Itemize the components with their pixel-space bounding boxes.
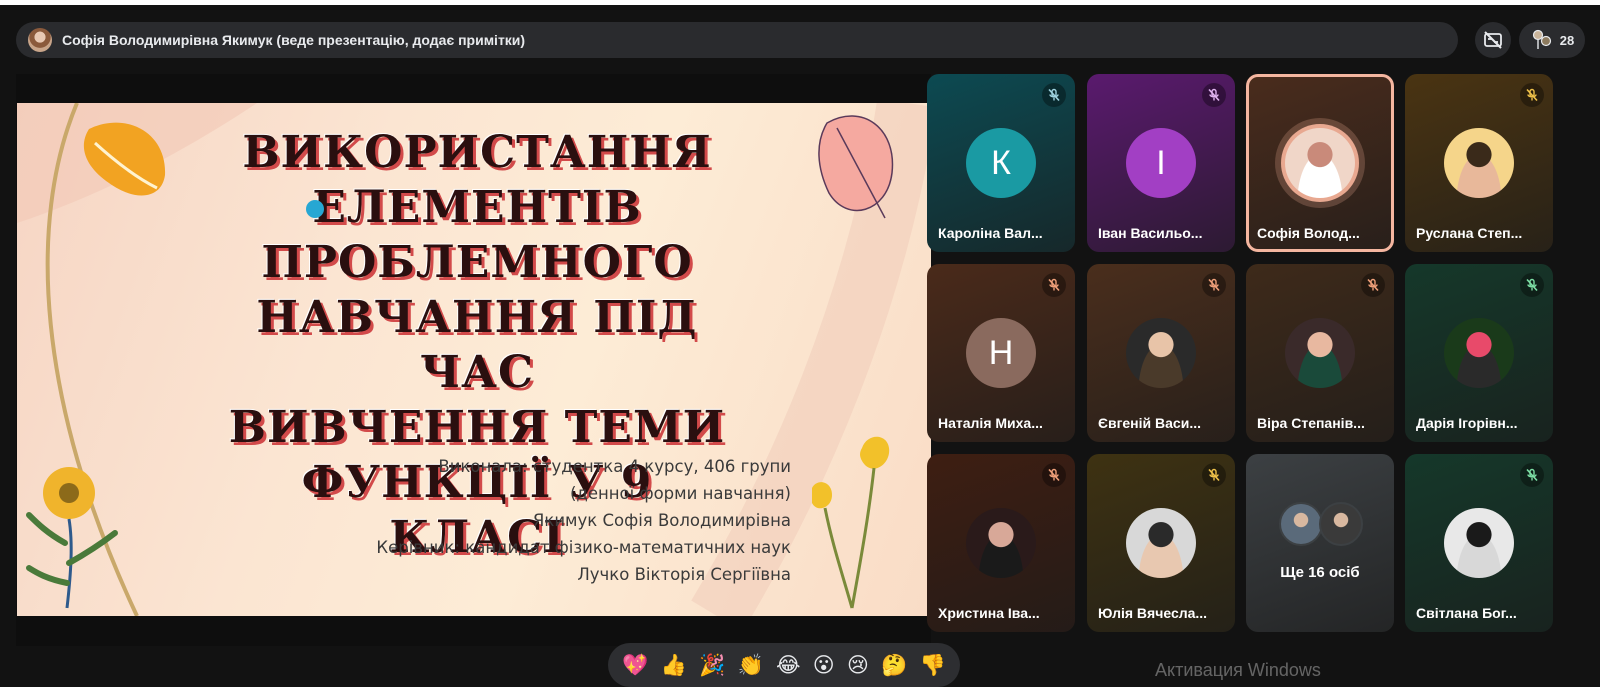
slide-info-line: (денної форми навчання) bbox=[569, 484, 791, 503]
reaction-thinking-button[interactable]: 🤔 bbox=[881, 655, 907, 676]
avatar bbox=[1285, 128, 1355, 198]
reaction-clap-button[interactable]: 👏 bbox=[738, 655, 764, 676]
participant-tile[interactable]: Н Наталія Миха... bbox=[927, 264, 1075, 442]
avatar bbox=[1444, 128, 1514, 198]
avatar bbox=[1279, 502, 1323, 546]
slide-title-line: ВИВЧЕННЯ ТЕМИ bbox=[228, 402, 726, 453]
presenter-banner: Софія Володимирівна Якимук (веде презент… bbox=[16, 22, 1458, 58]
participant-tile[interactable]: Христина Іва... bbox=[927, 454, 1075, 632]
participant-name: Христина Іва... bbox=[938, 605, 1040, 621]
mic-off-icon bbox=[1520, 273, 1544, 297]
slide-info-line: Якимук Софія Володимирівна bbox=[532, 511, 791, 530]
slide-title-line: ВИКОРИСТАННЯ bbox=[242, 127, 712, 178]
avatar: Н bbox=[966, 318, 1036, 388]
participant-tile[interactable]: Софія Волод... bbox=[1246, 74, 1394, 252]
reaction-sad-button[interactable]: 😢 bbox=[847, 655, 869, 676]
mic-off-icon bbox=[1520, 463, 1544, 487]
slide-title-line: ПРОБЛЕМНОГО bbox=[261, 237, 693, 288]
captions-off-icon bbox=[1484, 31, 1502, 49]
participant-tile[interactable]: Юлія Вячесла... bbox=[1087, 454, 1235, 632]
avatar bbox=[1319, 502, 1363, 546]
more-participants-avatars bbox=[1279, 502, 1363, 546]
participant-name: Кароліна Вал... bbox=[938, 225, 1043, 241]
participant-name: Іван Васильо... bbox=[1098, 225, 1203, 241]
slide-info-line: Лучко Вікторія Сергіївна bbox=[577, 565, 791, 584]
mic-off-icon bbox=[1361, 273, 1385, 297]
participants-count: 28 bbox=[1559, 32, 1575, 48]
captions-off-button[interactable] bbox=[1475, 22, 1511, 58]
reaction-thumbs-up-button[interactable]: 👍 bbox=[661, 655, 687, 676]
slide-info-line: Виконала: студентка 4 курсу, 406 групи bbox=[438, 457, 791, 476]
reactions-bar: 💖 👍 🎉 👏 😂 😮 😢 🤔 👎 bbox=[608, 643, 960, 687]
slide-author-info: Виконала: студентка 4 курсу, 406 групи (… bbox=[376, 453, 791, 588]
participant-name: Руслана Степ... bbox=[1416, 225, 1523, 241]
participant-tile[interactable]: Руслана Степ... bbox=[1405, 74, 1553, 252]
avatar bbox=[1126, 508, 1196, 578]
avatar bbox=[1126, 318, 1196, 388]
avatar: К bbox=[966, 128, 1036, 198]
mic-off-icon bbox=[1202, 463, 1226, 487]
participant-name: Світлана Бог... bbox=[1416, 605, 1517, 621]
participant-tile[interactable]: К Кароліна Вал... bbox=[927, 74, 1075, 252]
mic-off-icon bbox=[1042, 463, 1066, 487]
participant-tile[interactable]: Ще 16 осіб bbox=[1246, 454, 1394, 632]
reaction-surprised-button[interactable]: 😮 bbox=[813, 655, 835, 676]
presenter-avatar bbox=[28, 28, 52, 52]
reaction-thumbs-down-button[interactable]: 👎 bbox=[920, 655, 946, 676]
participant-name: Євгеній Васи... bbox=[1098, 415, 1201, 431]
presentation-slide: ВИКОРИСТАННЯ ЕЛЕМЕНТІВ ПРОБЛЕМНОГО НАВЧА… bbox=[17, 103, 931, 616]
slide-title-line: НАВЧАННЯ ПІД ЧАС bbox=[256, 292, 698, 398]
participant-name: Софія Волод... bbox=[1257, 225, 1360, 241]
avatar bbox=[1444, 508, 1514, 578]
participant-tile[interactable]: Віра Степанів... bbox=[1246, 264, 1394, 442]
participant-name: Наталія Миха... bbox=[938, 415, 1043, 431]
mic-off-icon bbox=[1042, 273, 1066, 297]
presenter-label: Софія Володимирівна Якимук (веде презент… bbox=[62, 32, 526, 48]
reaction-party-button[interactable]: 🎉 bbox=[699, 655, 725, 676]
participant-tile[interactable]: Дарія Ігорівн... bbox=[1405, 264, 1553, 442]
window-top-edge bbox=[0, 0, 1600, 5]
more-participants-label: Ще 16 осіб bbox=[1280, 564, 1360, 581]
windows-activation-watermark: Активация Windows bbox=[1155, 660, 1321, 680]
pointer-dot bbox=[306, 200, 324, 218]
mic-off-icon bbox=[1520, 83, 1544, 107]
participant-tile[interactable]: Євгеній Васи... bbox=[1087, 264, 1235, 442]
reaction-heart-button[interactable]: 💖 bbox=[622, 655, 648, 676]
people-icon bbox=[1532, 29, 1551, 49]
mic-off-icon bbox=[1202, 83, 1226, 107]
participant-name: Дарія Ігорівн... bbox=[1416, 415, 1518, 431]
participants-button[interactable]: 28 bbox=[1519, 22, 1585, 58]
avatar: І bbox=[1126, 128, 1196, 198]
participant-name: Віра Степанів... bbox=[1257, 415, 1365, 431]
mic-off-icon bbox=[1202, 273, 1226, 297]
participant-tile[interactable]: Світлана Бог... bbox=[1405, 454, 1553, 632]
participant-name: Юлія Вячесла... bbox=[1098, 605, 1208, 621]
slide-title-line: ЕЛЕМЕНТІВ bbox=[312, 182, 642, 233]
avatar bbox=[966, 508, 1036, 578]
slide-info-line: Керівник: кандидат фізико-математичних н… bbox=[376, 538, 791, 557]
reaction-laugh-button[interactable]: 😂 bbox=[776, 655, 801, 676]
participant-tile[interactable]: І Іван Васильо... bbox=[1087, 74, 1235, 252]
avatar bbox=[1444, 318, 1514, 388]
mic-off-icon bbox=[1042, 83, 1066, 107]
avatar bbox=[1285, 318, 1355, 388]
